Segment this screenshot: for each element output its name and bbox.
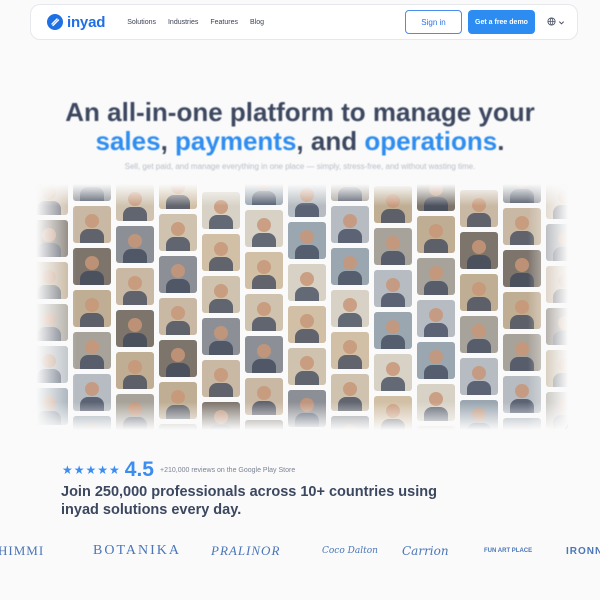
merchant-photo	[73, 206, 111, 243]
logo-icon	[47, 14, 63, 30]
merchant-photo	[159, 340, 197, 377]
hero-line-1: An all-in-one platform to manage your	[65, 97, 535, 127]
merchant-photo	[288, 222, 326, 259]
merchant-photo	[374, 312, 412, 349]
merchant-photo	[288, 348, 326, 385]
merchant-photo	[374, 228, 412, 265]
merchant-photo	[331, 206, 369, 243]
merchant-photo	[331, 332, 369, 369]
merchant-photo	[460, 232, 498, 269]
hero-line-2: sales, payments, and operations.	[0, 127, 600, 156]
merchant-photo	[116, 226, 154, 263]
merchant-photo	[116, 352, 154, 389]
merchant-photo-grid	[36, 184, 568, 430]
photo-column	[116, 184, 154, 430]
photo-column	[159, 184, 197, 430]
merchant-photo	[374, 354, 412, 391]
reviews-count: +210,000 reviews on the Google Play Stor…	[160, 466, 296, 474]
join-statement: Join 250,000 professionals across 10+ co…	[61, 484, 437, 518]
language-selector[interactable]	[547, 13, 567, 31]
star-rating-icons: ★★★★★	[62, 463, 121, 477]
main-menu: Solutions Industries Features Blog	[127, 19, 264, 26]
merchant-photo	[288, 264, 326, 301]
merchant-photo	[374, 270, 412, 307]
globe-icon	[547, 13, 556, 31]
merchant-photo	[159, 214, 197, 251]
merchant-photo	[73, 248, 111, 285]
merchant-photo	[417, 258, 455, 295]
brand-logo-fun-art-place: FUN ART PLACE	[484, 548, 533, 554]
hero-headline: An all-in-one platform to manage your sa…	[0, 98, 600, 156]
photo-column	[245, 184, 283, 430]
hero-period: .	[497, 126, 505, 156]
merchant-photo	[331, 248, 369, 285]
merchant-photo	[73, 290, 111, 327]
hero-and: , and	[296, 126, 365, 156]
photo-column	[374, 186, 412, 430]
photo-column	[202, 192, 240, 430]
merchant-photo	[417, 342, 455, 379]
menu-item-features[interactable]: Features	[210, 19, 238, 26]
menu-item-solutions[interactable]: Solutions	[127, 19, 156, 26]
grid-fade-bottom	[36, 402, 568, 430]
logo[interactable]: inyad	[47, 14, 105, 31]
nav-actions: Sign in Get a free demo	[405, 10, 567, 34]
merchant-photo	[245, 336, 283, 373]
photo-column	[288, 184, 326, 430]
brand-logo-botanika: BOTANIKA	[93, 543, 181, 558]
customer-logos: HIMMI BOTANIKA PRALINOR Coco Dalton Carr…	[0, 535, 600, 567]
merchant-photo	[245, 210, 283, 247]
merchant-photo	[288, 306, 326, 343]
hero-word-payments: payments	[175, 126, 297, 156]
chevron-down-icon	[558, 13, 565, 31]
hero-word-operations: operations	[364, 126, 498, 156]
merchant-photo	[417, 300, 455, 337]
sign-in-button[interactable]: Sign in	[405, 10, 462, 34]
merchant-photo	[116, 310, 154, 347]
photo-column	[73, 184, 111, 430]
hero-comma: ,	[160, 126, 176, 156]
grid-fade-right	[528, 184, 568, 430]
merchant-photo	[417, 216, 455, 253]
merchant-photo	[460, 274, 498, 311]
brand-logo-ironn: IRONN	[566, 545, 600, 557]
hero-subtitle: Sell, get paid, and manage everything in…	[124, 162, 476, 171]
hero-word-sales: sales	[95, 126, 161, 156]
merchant-photo	[73, 332, 111, 369]
photo-column	[331, 184, 369, 430]
brand-logo-pralinor: PRALINOR	[211, 543, 281, 558]
merchant-photo	[460, 316, 498, 353]
merchant-photo	[460, 358, 498, 395]
photo-column	[417, 184, 455, 430]
photo-column	[460, 190, 498, 430]
brand-logo-coco-dalton: Coco Dalton	[322, 546, 378, 556]
merchant-photo	[116, 268, 154, 305]
logo-text: inyad	[67, 13, 106, 31]
rating-row: ★★★★★ 4.5 +210,000 reviews on the Google…	[62, 458, 295, 482]
merchant-photo	[202, 318, 240, 355]
merchant-photo	[202, 276, 240, 313]
merchant-photo	[159, 256, 197, 293]
grid-fade-left	[36, 184, 76, 430]
merchant-photo	[202, 234, 240, 271]
photo-grid-columns	[36, 184, 568, 430]
merchant-photo	[245, 294, 283, 331]
brand-logo-carrion: Carrion	[402, 544, 449, 558]
merchant-photo	[245, 252, 283, 289]
merchant-photo	[331, 290, 369, 327]
merchant-photo	[159, 298, 197, 335]
brand-logo-himmi: HIMMI	[0, 543, 45, 558]
rating-score: 4.5	[124, 458, 154, 481]
menu-item-industries[interactable]: Industries	[168, 19, 198, 26]
menu-item-blog[interactable]: Blog	[250, 19, 264, 26]
get-demo-button[interactable]: Get a free demo	[468, 10, 535, 34]
grid-fade-top	[36, 184, 568, 206]
merchant-photo	[202, 360, 240, 397]
top-nav: inyad Solutions Industries Features Blog…	[30, 4, 578, 40]
landing-page: inyad Solutions Industries Features Blog…	[0, 0, 600, 600]
